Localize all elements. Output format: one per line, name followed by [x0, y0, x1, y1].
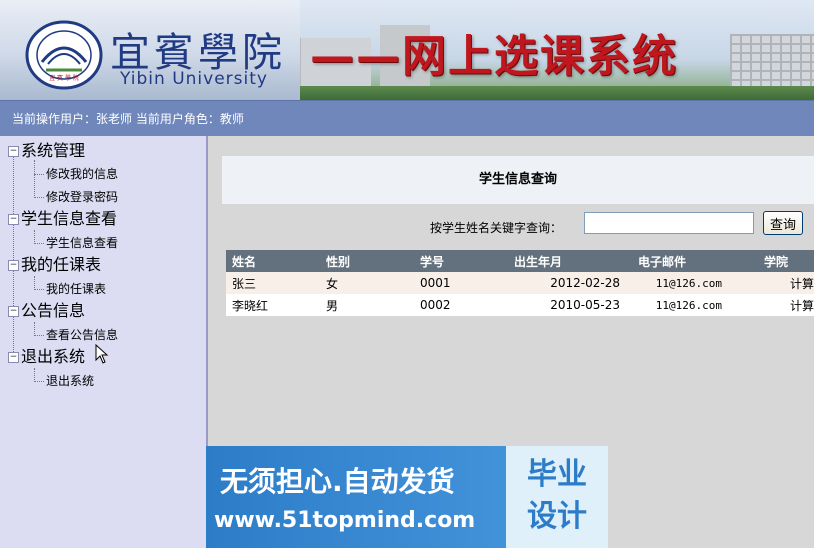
- watermark-badge: 毕业 设计: [506, 446, 608, 548]
- sidebar-group-label: 学生信息查看: [21, 209, 118, 228]
- page-title: 学生信息查询: [478, 172, 557, 187]
- tree-line: [34, 230, 35, 244]
- sidebar-group-announcements[interactable]: − 公告信息: [8, 300, 85, 322]
- column-header[interactable]: 学号: [414, 250, 508, 272]
- cell-email: 11@126.com: [632, 294, 758, 316]
- table-row[interactable]: 张三 女 0001 2012-02-28 11@126.com 计算: [226, 272, 814, 294]
- collapse-icon[interactable]: −: [8, 214, 19, 225]
- tree-line: [34, 368, 35, 382]
- sidebar-group-student-info[interactable]: − 学生信息查看: [8, 208, 117, 230]
- tree-line: [34, 381, 44, 382]
- cell-gender: 男: [320, 294, 414, 316]
- sidebar-group-label: 公告信息: [21, 301, 86, 320]
- column-header[interactable]: 出生年月: [508, 250, 632, 272]
- tree-line: [34, 289, 44, 290]
- current-user-text: 当前操作用户：张老师 当前用户角色：教师: [12, 112, 244, 126]
- sidebar-item-change-password[interactable]: 修改登录密码: [46, 187, 118, 207]
- banner-grass: [300, 86, 814, 100]
- sidebar-item-my-courses[interactable]: 我的任课表: [46, 279, 106, 299]
- tree-line: [34, 335, 44, 336]
- table-header-row: 姓名 性别 学号 出生年月 电子邮件 学院: [226, 250, 814, 272]
- collapse-icon[interactable]: −: [8, 306, 19, 317]
- watermark-banner: 无须担心.自动发货 www.51topmind.com 毕业 设计: [206, 446, 608, 548]
- watermark-url: www.51topmind.com: [214, 508, 476, 533]
- watermark-badge-line: 设计: [527, 499, 587, 534]
- sidebar-group-my-courses[interactable]: − 我的任课表: [8, 254, 101, 276]
- school-name-english: Yibin University: [120, 69, 268, 89]
- sidebar-group-label: 我的任课表: [21, 255, 102, 274]
- sidebar-item-logout[interactable]: 退出系统: [46, 371, 94, 391]
- search-label: 按学生姓名关键字查询：: [430, 221, 563, 235]
- sidebar-group-label: 系统管理: [21, 141, 86, 160]
- cell-college: 计算: [758, 294, 814, 316]
- tree-line: [34, 243, 44, 244]
- column-header[interactable]: 学院: [758, 250, 814, 272]
- column-header[interactable]: 性别: [320, 250, 414, 272]
- collapse-icon[interactable]: −: [8, 260, 19, 271]
- sidebar-group-system[interactable]: − 系统管理: [8, 140, 85, 162]
- tree-line: [34, 160, 35, 198]
- university-logo: 宜 賓 學 院: [25, 20, 103, 90]
- table-row[interactable]: 李晓红 男 0002 2010-05-23 11@126.com 计算: [226, 294, 814, 316]
- svg-text:宜 賓 學 院: 宜 賓 學 院: [49, 74, 79, 82]
- cell-gender: 女: [320, 272, 414, 294]
- tree-line: [34, 174, 44, 175]
- query-title-panel: 学生信息查询: [222, 156, 814, 204]
- sidebar-item-view-announcements[interactable]: 查看公告信息: [46, 325, 118, 345]
- search-input[interactable]: [584, 212, 754, 234]
- cell-email: 11@126.com: [632, 272, 758, 294]
- current-user-bar: 当前操作用户：张老师 当前用户角色：教师: [0, 100, 814, 137]
- tree-line: [34, 322, 35, 336]
- cell-name: 张三: [226, 272, 320, 294]
- column-header[interactable]: 电子邮件: [632, 250, 758, 272]
- search-button[interactable]: 查询: [763, 211, 803, 235]
- collapse-icon[interactable]: −: [8, 352, 19, 363]
- cell-birth-date: 2010-05-23: [508, 294, 632, 316]
- watermark-slogan: 无须担心.自动发货: [220, 465, 455, 498]
- cell-birth-date: 2012-02-28: [508, 272, 632, 294]
- banner-building: [730, 34, 814, 90]
- cell-college: 计算: [758, 272, 814, 294]
- sidebar-item-edit-profile[interactable]: 修改我的信息: [46, 164, 118, 184]
- collapse-icon[interactable]: −: [8, 146, 19, 157]
- tree-line: [34, 276, 35, 290]
- system-title: ——网上选课系统: [310, 31, 678, 82]
- sidebar-group-label: 退出系统: [21, 347, 86, 366]
- cell-student-id: 0002: [414, 294, 508, 316]
- header-banner: 宜 賓 學 院 宜賓學院 Yibin University ——网上选课系统: [0, 0, 814, 100]
- student-table: 姓名 性别 学号 出生年月 电子邮件 学院 张三 女 0001 2012-02-…: [226, 250, 814, 316]
- column-header[interactable]: 姓名: [226, 250, 320, 272]
- mouse-cursor-icon: [95, 344, 109, 364]
- watermark-badge-line: 毕业: [527, 457, 587, 492]
- cell-name: 李晓红: [226, 294, 320, 316]
- tree-line: [34, 197, 44, 198]
- sidebar-nav-tree: − 系统管理 修改我的信息 修改登录密码 − 学生信息查看 学生信息查看 − 我的任课…: [0, 136, 208, 548]
- sidebar-item-view-students[interactable]: 学生信息查看: [46, 233, 118, 253]
- cell-student-id: 0001: [414, 272, 508, 294]
- sidebar-group-logout[interactable]: − 退出系统: [8, 346, 85, 368]
